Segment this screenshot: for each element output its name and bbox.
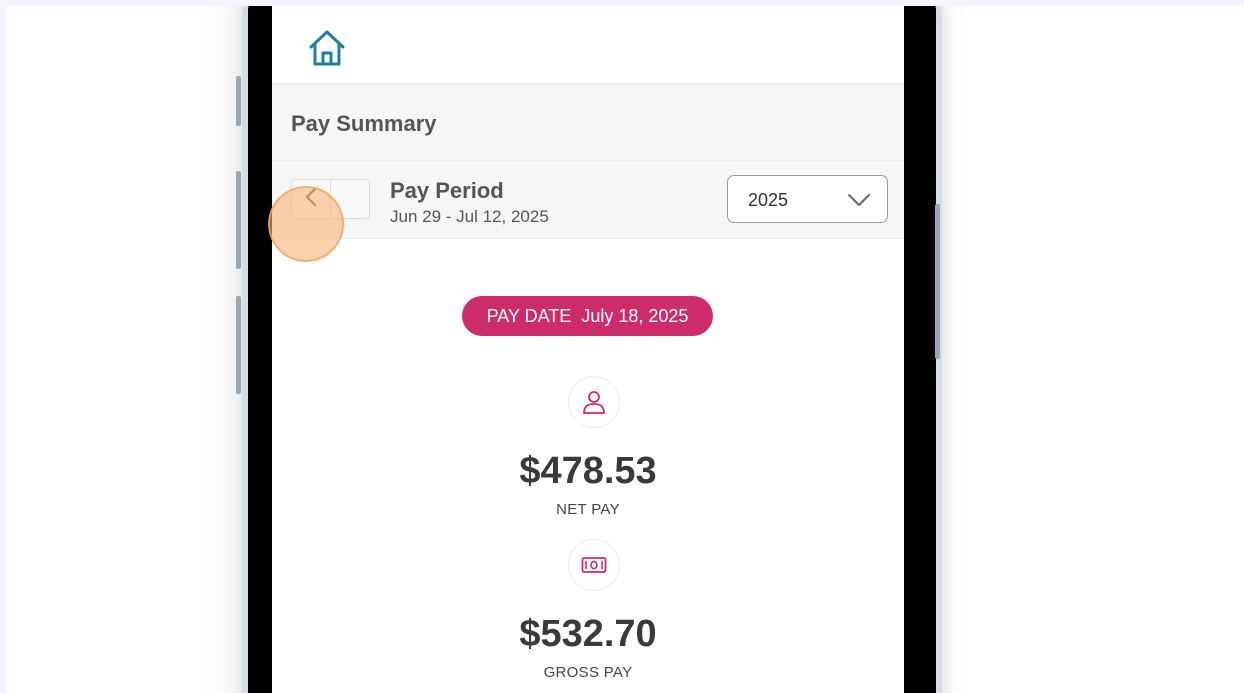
chevron-down-icon <box>848 194 870 206</box>
gross-pay-amount: $532.70 <box>519 613 657 655</box>
money-icon <box>568 539 620 591</box>
phone-side-button <box>236 296 241 394</box>
browser-viewport: Pay Summary Pay Period Jun 29 - Jul 12, … <box>6 6 1244 693</box>
pay-date-label: PAY DATE <box>486 306 572 326</box>
gross-pay-label: GROSS PAY <box>543 664 633 681</box>
pay-date-badge: PAY DATE July 18, 2025 <box>462 296 713 336</box>
pay-date-value: July 18, 2025 <box>581 306 689 326</box>
pay-period-bar: Pay Period Jun 29 - Jul 12, 2025 2025 <box>272 161 904 239</box>
net-pay-amount: $478.53 <box>519 450 657 492</box>
phone-side-button <box>236 76 241 126</box>
phone-side-button <box>935 204 940 359</box>
phone-screen: Pay Summary Pay Period Jun 29 - Jul 12, … <box>272 6 904 693</box>
tap-indicator <box>268 186 344 262</box>
year-select[interactable]: 2025 <box>727 175 888 223</box>
app-bar <box>272 6 904 84</box>
page-title: Pay Summary <box>291 111 437 136</box>
year-select-value: 2025 <box>748 190 789 210</box>
home-icon[interactable] <box>306 27 348 69</box>
pay-period-range: Jun 29 - Jul 12, 2025 <box>390 207 549 226</box>
person-icon <box>568 376 620 428</box>
phone-side-button <box>236 171 241 269</box>
pay-period-title: Pay Period <box>390 178 504 203</box>
section-header: Pay Summary <box>272 84 904 161</box>
net-pay-label: NET PAY <box>556 501 620 518</box>
